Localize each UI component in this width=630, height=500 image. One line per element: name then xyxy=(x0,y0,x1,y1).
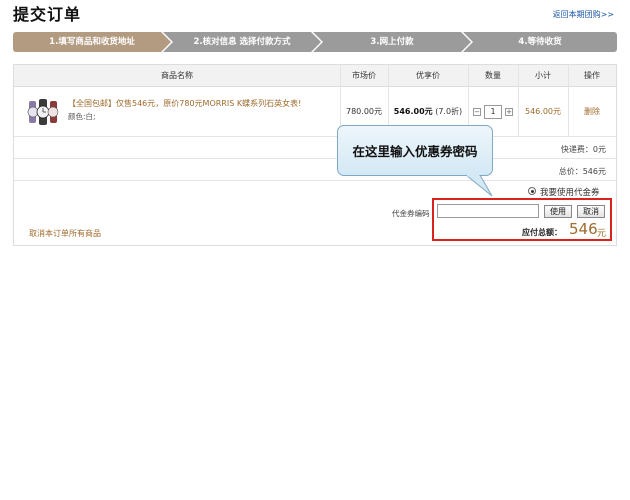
quantity-input[interactable]: 1 xyxy=(484,105,502,119)
column-header-price: 优享价 xyxy=(416,71,440,80)
payable-total-value: 546 xyxy=(569,220,598,238)
step-verify-info: 2.核对信息 选择付款方式 xyxy=(163,32,321,52)
checkout-steps: 4.等待收货 3.网上付款 2.核对信息 选择付款方式 1.填写商品和收货地址 xyxy=(13,32,617,52)
column-header-subtotal: 小计 xyxy=(535,71,551,80)
subtotal: 546.00元 xyxy=(525,107,561,116)
table-header: 商品名称 市场价 优享价 数量 小计 操作 xyxy=(14,65,616,87)
step-online-payment: 3.网上付款 xyxy=(313,32,471,52)
coupon-hint-tooltip: 在这里输入优惠券密码 xyxy=(337,125,493,176)
member-price: 546.00元 xyxy=(393,107,433,116)
page-title: 提交订单 xyxy=(13,5,82,24)
step-fill-address: 1.填写商品和收货地址 xyxy=(13,32,171,52)
column-header-action: 操作 xyxy=(584,71,600,80)
total-line: 总价：546元 xyxy=(14,160,616,181)
product-color: 颜色:白; xyxy=(68,112,96,121)
use-coupon-label[interactable]: 我要使用代金券 xyxy=(540,186,600,198)
shipping-fee: 快递费：0元 xyxy=(560,145,606,154)
quantity-stepper: − 1 + xyxy=(473,105,513,119)
total-price: 总价：546元 xyxy=(558,167,606,176)
column-header-quantity: 数量 xyxy=(485,71,501,80)
payable-total-label: 应付总额： xyxy=(522,228,562,237)
discount-rate: (7.0折) xyxy=(435,107,463,116)
back-to-deals-link[interactable]: 返回本期团购>> xyxy=(553,9,614,20)
product-image[interactable] xyxy=(26,95,60,127)
cancel-coupon-button[interactable]: 取消 xyxy=(577,205,605,218)
use-coupon-button[interactable]: 使用 xyxy=(544,205,572,218)
step-wait-delivery: 4.等待收货 xyxy=(463,32,617,52)
payable-total-unit: 元 xyxy=(597,229,607,239)
coupon-code-input[interactable] xyxy=(437,204,539,218)
table-row: 【全国包邮】仅售546元，原价780元MORRIS K蝶系列石英女表! 颜色:白… xyxy=(14,87,616,137)
quantity-increase-button[interactable]: + xyxy=(505,108,513,116)
cancel-order-link[interactable]: 取消本订单所有商品 xyxy=(29,228,101,239)
column-header-name: 商品名称 xyxy=(161,71,193,80)
coupon-code-label: 代金券编码 xyxy=(392,209,430,218)
use-coupon-radio[interactable] xyxy=(528,187,536,195)
shipping-line: 快递费：0元 xyxy=(14,138,616,159)
quantity-decrease-button[interactable]: − xyxy=(473,108,481,116)
tooltip-pointer xyxy=(465,175,493,197)
column-header-market-price: 市场价 xyxy=(352,71,376,80)
delete-item-link[interactable]: 删除 xyxy=(568,87,616,137)
product-title-link[interactable]: 【全国包邮】仅售546元，原价780元MORRIS K蝶系列石英女表! xyxy=(68,98,301,109)
